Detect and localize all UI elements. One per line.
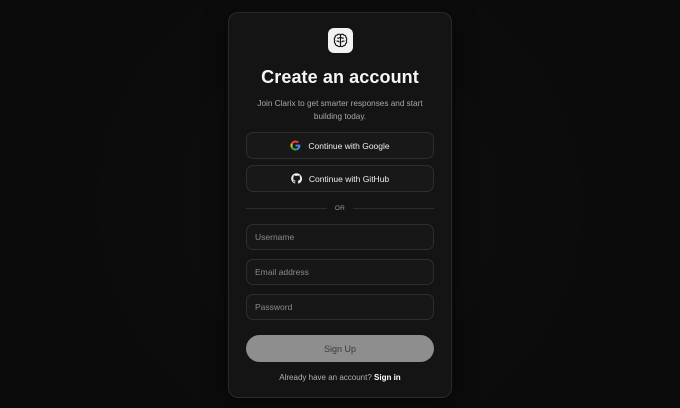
divider-label: OR xyxy=(334,204,346,212)
github-icon xyxy=(291,173,302,184)
sign-up-button[interactable]: Sign Up xyxy=(246,335,434,362)
username-field[interactable] xyxy=(246,224,434,250)
signup-card: Create an account Join Clarix to get sma… xyxy=(228,12,452,398)
signin-prompt: Already have an account? Sign in xyxy=(229,373,451,382)
divider-line-right xyxy=(353,207,435,209)
google-icon xyxy=(290,140,301,151)
google-button-label: Continue with Google xyxy=(308,140,390,151)
signin-prompt-text: Already have an account? xyxy=(279,373,372,382)
divider-line-left xyxy=(246,207,327,209)
page-background: Create an account Join Clarix to get sma… xyxy=(0,0,680,408)
or-divider: OR xyxy=(246,203,435,213)
page-subtitle: Join Clarix to get smarter responses and… xyxy=(257,99,423,121)
page-title: Create an account xyxy=(261,67,419,87)
continue-with-github-button[interactable]: Continue with GitHub xyxy=(246,165,434,192)
brain-icon xyxy=(328,28,353,53)
password-field[interactable] xyxy=(246,294,434,320)
sign-in-link[interactable]: Sign in xyxy=(374,373,401,382)
github-button-label: Continue with GitHub xyxy=(308,173,390,184)
continue-with-google-button[interactable]: Continue with Google xyxy=(246,132,434,159)
email-field[interactable] xyxy=(246,259,434,285)
